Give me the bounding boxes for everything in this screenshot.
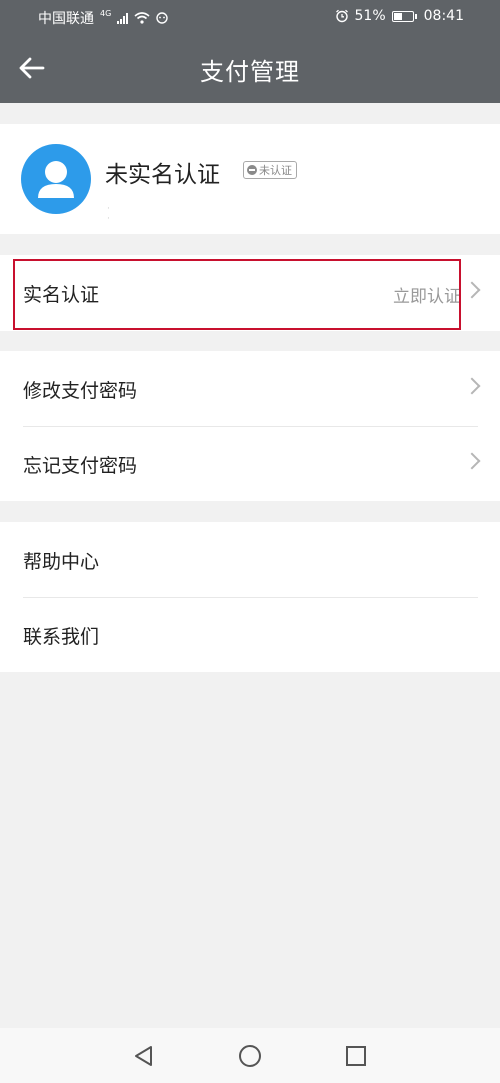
menu-item-forgot-password[interactable]: 忘记支付密码 (0, 426, 500, 501)
nav-recent-button[interactable] (344, 1044, 368, 1068)
menu-item-verify[interactable]: 实名认证 立即认证 (0, 255, 500, 330)
menu-item-label: 实名认证 (23, 284, 100, 306)
user-silhouette-icon (38, 161, 74, 198)
menu-item-label: 帮助中心 (23, 551, 100, 573)
minus-circle-icon (247, 165, 257, 175)
status-bar: 中国联通 4G 51% 08:41 (0, 0, 500, 34)
app-header: 支付管理 (0, 34, 500, 103)
avatar (21, 144, 91, 214)
nav-home-icon (239, 1045, 261, 1067)
status-left: 中国联通 4G (38, 8, 168, 28)
network-type: 4G (100, 8, 112, 18)
menu-item-change-password[interactable]: 修改支付密码 (0, 351, 500, 426)
notification-icon (156, 12, 168, 24)
clock: 08:41 (423, 8, 464, 24)
profile-name: 未实名认证 (105, 162, 220, 188)
battery-level (393, 12, 403, 20)
chevron-right-icon (463, 281, 481, 299)
chevron-right-icon (463, 452, 481, 470)
status-badge: 未认证 (243, 161, 297, 179)
status-right: 51% 08:41 (335, 8, 464, 24)
carrier-label: 中国联通 (38, 11, 94, 27)
menu-item-contact[interactable]: 联系我们 (0, 597, 500, 672)
battery-icon (391, 10, 417, 22)
help-section: 帮助中心 联系我们 (0, 522, 500, 672)
nav-back-icon (135, 1046, 152, 1066)
menu-item-label: 联系我们 (23, 626, 100, 648)
verify-now-link[interactable]: 立即认证 (393, 282, 461, 307)
menu-item-label: 忘记支付密码 (23, 455, 138, 477)
nav-home-button[interactable] (238, 1044, 262, 1068)
alarm-icon (335, 9, 348, 23)
nav-back-button[interactable] (132, 1044, 156, 1068)
page-title: 支付管理 (200, 58, 300, 86)
profile-subtext: · · (107, 204, 113, 224)
password-section: 修改支付密码 忘记支付密码 (0, 351, 500, 501)
menu-item-label: 修改支付密码 (23, 380, 138, 402)
wifi-icon (134, 12, 150, 24)
battery-percent: 51% (354, 8, 386, 24)
chevron-right-icon (463, 377, 481, 395)
verify-section: 实名认证 立即认证 (0, 255, 500, 331)
system-nav-bar (0, 1028, 500, 1083)
signal-icon (117, 12, 129, 24)
profile-card: 未实名认证 未认证 · · (0, 124, 500, 234)
nav-recent-icon (346, 1046, 366, 1066)
menu-item-help[interactable]: 帮助中心 (0, 522, 500, 597)
badge-label: 未认证 (259, 164, 292, 177)
